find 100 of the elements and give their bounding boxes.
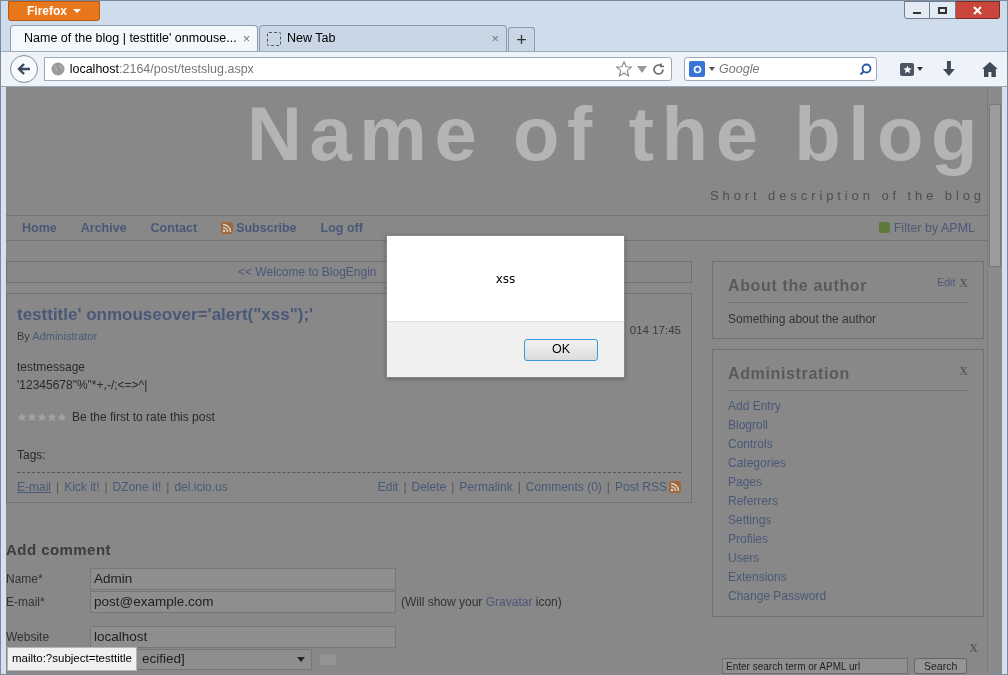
scrollbar-thumb[interactable]	[989, 104, 1001, 267]
admin-link[interactable]: Blogroll	[728, 416, 968, 435]
field-note: (Will show your Gravatar icon)	[401, 593, 562, 611]
post-action-link[interactable]: Post RSS	[614, 478, 667, 496]
field-label: Name*	[6, 570, 44, 588]
author-link[interactable]: Administrator	[32, 329, 98, 342]
dropdown-caret-icon	[297, 656, 305, 662]
back-arrow-icon	[16, 63, 31, 75]
post-date: 014 17:45	[629, 323, 681, 338]
gravatar-link[interactable]: Gravatar	[485, 594, 533, 609]
nav-link[interactable]: Home	[22, 218, 57, 238]
rating-stars[interactable]	[17, 412, 67, 422]
admin-link[interactable]: Settings	[728, 511, 968, 530]
filter-link[interactable]: Filter by APML	[878, 218, 975, 238]
back-button[interactable]	[10, 55, 38, 83]
url-text: localhost:2164/post/testslug.aspx	[69, 60, 255, 78]
nav-link[interactable]: Contact	[150, 218, 198, 238]
minimize-button[interactable]	[904, 1, 930, 19]
add-comment-heading: Add comment	[6, 540, 112, 560]
close-button[interactable]	[956, 1, 1000, 19]
apml-search-field[interactable]: Enter search term or APML url	[722, 658, 908, 674]
share-link[interactable]: E-mail	[17, 478, 51, 496]
previous-post-link[interactable]: << Welcome to BlogEngin	[238, 263, 377, 281]
status-tooltip: mailto:?subject=testtitle	[7, 647, 137, 671]
search-button[interactable]: Search	[914, 658, 968, 674]
search-field[interactable]: Google	[684, 57, 877, 81]
rating-prompt: Be the first to rate this post	[72, 409, 215, 426]
admin-link[interactable]: Referrers	[728, 492, 968, 511]
share-link[interactable]: DZone it!	[112, 478, 162, 496]
widget-edit-link[interactable]: Edit	[937, 275, 956, 291]
post-author: By Administrator	[17, 328, 99, 344]
address-bar[interactable]: localhost:2164/post/testslug.aspx	[43, 57, 673, 81]
tags-label: Tags:	[17, 447, 47, 464]
field-label: E-mail*	[6, 593, 46, 611]
text-field[interactable]: Admin	[90, 567, 396, 590]
link-separator: |	[166, 479, 170, 496]
star-icon[interactable]	[47, 412, 57, 422]
browser-tab[interactable]: Name of the blog | testtitle' onmouse... ×	[10, 25, 258, 51]
text-field[interactable]: post@example.com	[90, 590, 396, 613]
bookmark-star-icon[interactable]	[616, 61, 633, 77]
globe-icon	[50, 62, 65, 76]
alert-message: xss	[495, 270, 516, 288]
download-arrow-icon[interactable]	[942, 61, 957, 77]
link-separator: |	[606, 479, 610, 496]
admin-link[interactable]: Pages	[728, 473, 968, 492]
search-icon[interactable]	[858, 62, 872, 76]
admin-link[interactable]: Categories	[728, 454, 968, 473]
ok-button[interactable]: OK	[524, 338, 598, 361]
link-separator: |	[517, 479, 521, 496]
search-engine-icon[interactable]	[689, 61, 706, 77]
star-icon[interactable]	[57, 412, 67, 422]
new-tab-button[interactable]: +	[508, 27, 535, 51]
post-action-link[interactable]: Permalink	[459, 478, 513, 496]
field-label: Website	[6, 628, 51, 646]
link-separator: |	[451, 479, 455, 496]
admin-link[interactable]: Users	[728, 549, 968, 568]
nav-link[interactable]: Log off	[320, 218, 363, 238]
apml-icon	[878, 222, 890, 234]
tab-title: Name of the blog | testtitle' onmouse...	[24, 30, 237, 48]
blog-description: Short description of the blog	[710, 187, 985, 205]
admin-link[interactable]: Add Entry	[728, 397, 968, 416]
browser-tab[interactable]: New Tab ×	[259, 25, 507, 51]
tab-close-button[interactable]: ×	[242, 28, 251, 49]
post-action-link[interactable]: Comments (0)	[525, 478, 602, 496]
link-separator: |	[56, 479, 60, 496]
nav-link[interactable]: Subscribe	[221, 218, 297, 238]
post-text: '12345678"%"*+,-/;<=>^|	[17, 377, 149, 394]
text-field[interactable]: localhost	[90, 625, 396, 648]
admin-link[interactable]: Extensions	[728, 568, 968, 587]
search-input[interactable]: Google	[719, 59, 855, 79]
blank-page-icon	[267, 31, 281, 46]
bookmarks-icon	[900, 62, 915, 76]
share-link[interactable]: Kick it!	[64, 478, 100, 496]
star-icon[interactable]	[17, 412, 27, 422]
link-separator: |	[403, 479, 407, 496]
admin-link[interactable]: Controls	[728, 435, 968, 454]
scrollbar[interactable]	[987, 87, 1002, 674]
history-dropdown-icon[interactable]	[637, 65, 648, 73]
tab-title: New Tab	[287, 30, 337, 48]
share-link[interactable]: del.icio.us	[174, 478, 228, 496]
admin-link[interactable]: Profiles	[728, 530, 968, 549]
post-action-link[interactable]: Edit	[377, 478, 399, 496]
dropdown-caret-icon[interactable]	[709, 67, 716, 71]
dropdown-caret-icon	[73, 9, 81, 13]
home-icon[interactable]	[982, 61, 998, 77]
close-icon	[973, 5, 982, 15]
nav-link[interactable]: Archive	[80, 218, 127, 238]
tab-close-button[interactable]: ×	[491, 28, 499, 49]
rss-icon	[669, 481, 681, 493]
star-icon[interactable]	[27, 412, 37, 422]
post-text: testmessage	[17, 359, 87, 376]
maximize-button[interactable]	[930, 1, 956, 19]
widget-text: Something about the author	[728, 311, 878, 328]
post-action-link[interactable]: Delete	[411, 478, 447, 496]
admin-link[interactable]: Change Password	[728, 587, 968, 606]
reload-icon[interactable]	[652, 62, 666, 76]
post-title: testtitle' onmouseover='alert("xss");'	[17, 304, 314, 326]
firefox-menu-button[interactable]: Firefox	[8, 1, 100, 21]
star-icon[interactable]	[37, 412, 47, 422]
link-separator: |	[104, 479, 108, 496]
